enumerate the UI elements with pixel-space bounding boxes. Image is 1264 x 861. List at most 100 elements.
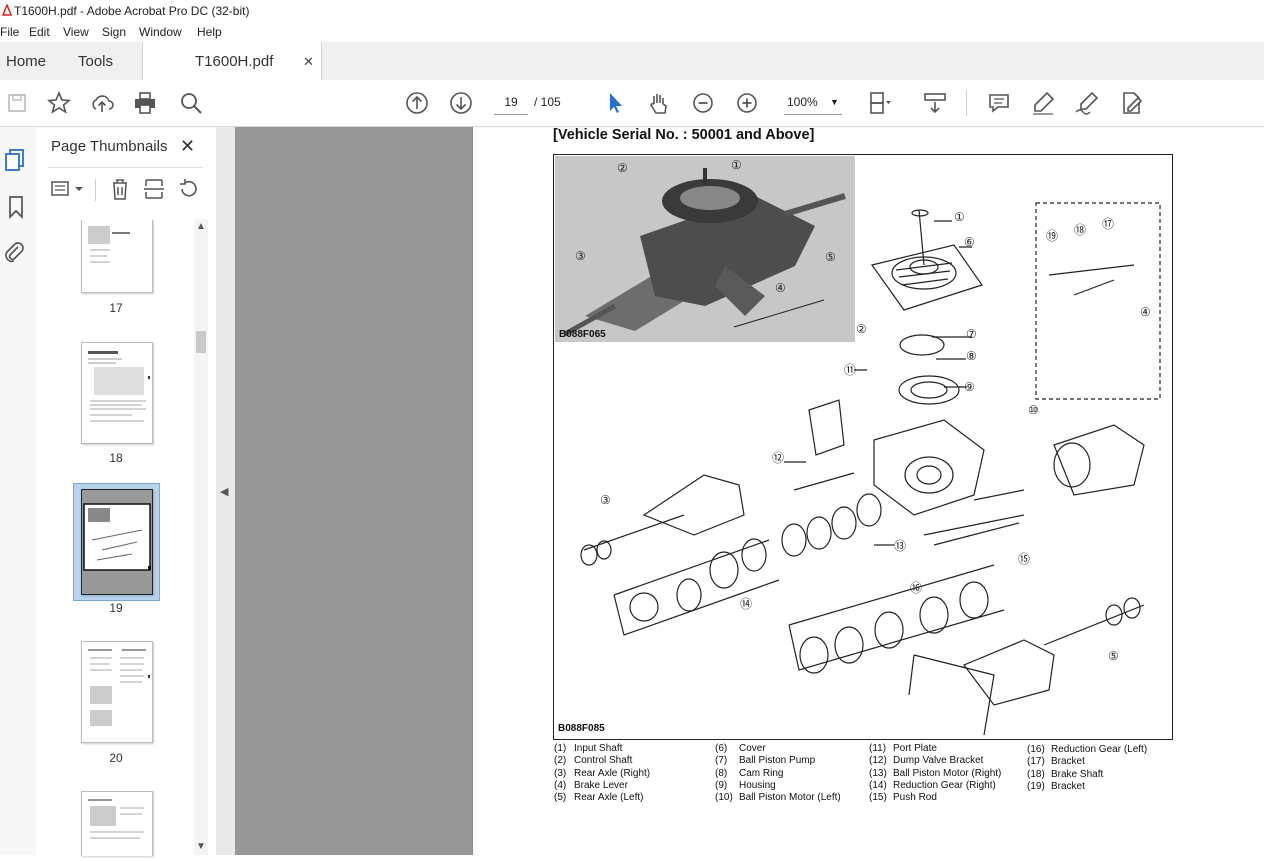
toolbar: 19 / 105 100% ▼ <box>0 80 1264 127</box>
chevron-down-icon: ▼ <box>830 97 839 107</box>
menu-help[interactable]: Help <box>197 25 222 39</box>
search-icon[interactable] <box>178 90 204 116</box>
callout-19: ⑲ <box>1046 229 1059 243</box>
menu-window[interactable]: Window <box>139 25 182 39</box>
cloud-upload-icon[interactable] <box>89 90 115 116</box>
thumbnail-preview <box>88 226 130 263</box>
legend-column-2: (6) Cover (7) Ball Piston Pump (8) Cam Ring… <box>715 743 841 804</box>
thumbnail-page-18[interactable] <box>81 342 153 444</box>
menu-edit[interactable]: Edit <box>29 25 50 39</box>
thumbnail-page-17[interactable] <box>81 220 153 293</box>
legend-item: (17) Bracket <box>1027 756 1085 768</box>
thumbnail-label: 17 <box>109 301 123 315</box>
callout-7: ⑦ <box>966 327 977 341</box>
legend-item: (9) Housing <box>715 779 776 791</box>
thumbnail-page-20[interactable] <box>81 641 153 743</box>
zoom-select[interactable]: 100% ▼ <box>784 90 842 115</box>
legend-item: (19) Bracket <box>1027 780 1085 792</box>
thumbnail-page-21[interactable] <box>81 791 153 856</box>
thumbnail-scrollbar[interactable]: ▲ ▼ <box>194 219 208 855</box>
tab-close-icon[interactable]: ✕ <box>303 54 314 70</box>
panel-close-icon[interactable]: ✕ <box>180 136 195 157</box>
collapse-arrow-icon[interactable]: ◀ <box>220 485 228 498</box>
zoom-out-icon[interactable] <box>690 90 716 116</box>
callout-14: ⑭ <box>740 597 753 611</box>
tab-tools[interactable]: Tools <box>78 53 113 70</box>
thumbnails-panel: Page Thumbnails ✕ 17 18 19 20 ▲ ▼ <box>36 127 217 856</box>
options-menu-icon[interactable] <box>50 178 86 200</box>
menu-file[interactable]: File <box>0 25 19 39</box>
highlight-icon[interactable] <box>1030 90 1056 116</box>
save-icon[interactable] <box>4 90 30 116</box>
print-icon[interactable] <box>132 90 158 116</box>
select-tool-icon[interactable] <box>602 90 628 116</box>
callout-10: ⑩ <box>1028 403 1039 417</box>
legend-column-1: (1) Input Shaft (2) Control Shaft (3) Rear … <box>554 743 650 804</box>
callout-6: ⑥ <box>964 235 975 249</box>
legend-column-3: (11) Port Plate (12) Dump Valve Bracket (1… <box>869 743 1001 804</box>
legend-item: (14) Reduction Gear (Right) <box>869 779 996 791</box>
thumbnail-label: 18 <box>109 451 123 465</box>
thumbnail-preview <box>88 351 150 422</box>
scroll-mode-icon[interactable] <box>922 90 948 116</box>
edit-pdf-icon[interactable] <box>1118 90 1144 116</box>
delete-icon[interactable] <box>108 177 132 201</box>
callout-15: ⑮ <box>1018 552 1031 566</box>
sign-icon[interactable] <box>1074 90 1100 116</box>
thumbnail-preview <box>82 490 152 594</box>
legend-item: (4) Brake Lever <box>554 779 628 791</box>
bookmark-icon[interactable] <box>6 195 26 220</box>
previous-page-icon[interactable] <box>404 90 430 116</box>
legend-item: (15) Push Rod <box>869 792 937 804</box>
page-number-input[interactable]: 19 <box>494 90 528 115</box>
thumbnail-label: 19 <box>109 601 123 615</box>
document-background <box>235 127 472 855</box>
legend-item: (5) Rear Axle (Left) <box>554 792 644 804</box>
comment-icon[interactable] <box>986 90 1012 116</box>
toolbar-divider <box>966 90 967 116</box>
page-fit-icon[interactable] <box>866 90 892 116</box>
legend-item: (2) Control Shaft <box>554 755 633 767</box>
thumbnail-label: 20 <box>109 751 123 765</box>
panel-divider <box>48 167 203 168</box>
scroll-down-icon[interactable]: ▼ <box>196 841 206 852</box>
tab-home[interactable]: Home <box>6 53 46 70</box>
legend-item: (13) Ball Piston Motor (Right) <box>869 767 1002 779</box>
tab-document[interactable]: T1600H.pdf ✕ <box>142 42 322 81</box>
legend-item: (3) Rear Axle (Right) <box>554 767 651 779</box>
page-total: / 105 <box>534 95 561 109</box>
tab-bar: Home Tools T1600H.pdf ✕ <box>0 42 1264 81</box>
legend-item: (12) Dump Valve Bracket <box>869 755 984 767</box>
callout-11: ⑪ <box>844 363 857 377</box>
legend-item: (1) Input Shaft <box>554 743 623 754</box>
insert-page-icon[interactable] <box>142 177 166 201</box>
panel-collapse-bar[interactable]: ◀ <box>216 127 236 855</box>
exploded-diagram <box>580 202 1161 736</box>
scrollbar-thumb[interactable] <box>196 331 206 353</box>
callout-2: ② <box>856 322 867 336</box>
callout-18: ⑱ <box>1074 223 1087 237</box>
scroll-up-icon[interactable]: ▲ <box>196 221 206 232</box>
zoom-value: 100% <box>787 95 818 109</box>
legend-item: (6) Cover <box>715 743 766 754</box>
menu-view[interactable]: View <box>63 25 89 39</box>
callout-3: ③ <box>600 493 611 507</box>
zoom-in-icon[interactable] <box>734 90 760 116</box>
legend-column-4: (16) Reduction Gear (Left) (17) Bracket (1… <box>1027 744 1147 793</box>
panel-toolbar-divider <box>95 179 96 201</box>
title-bar: T1600H.pdf - Adobe Acrobat Pro DC (32-bi… <box>0 0 1264 22</box>
thumbnail-page-19[interactable] <box>81 489 153 595</box>
callout-12: ⑫ <box>772 451 785 465</box>
menu-sign[interactable]: Sign <box>102 25 126 39</box>
next-page-icon[interactable] <box>448 90 474 116</box>
legend-item: (16) Reduction Gear (Left) <box>1027 744 1148 755</box>
rotate-icon[interactable] <box>176 177 200 201</box>
callout-8: ⑧ <box>966 349 977 363</box>
star-icon[interactable] <box>46 90 72 116</box>
hand-tool-icon[interactable] <box>646 90 672 116</box>
thumbnail-preview <box>88 649 150 726</box>
pages-icon[interactable] <box>4 147 26 173</box>
panel-title: Page Thumbnails <box>51 138 168 155</box>
thumbnail-preview <box>88 799 144 839</box>
attachment-icon[interactable] <box>2 239 24 265</box>
